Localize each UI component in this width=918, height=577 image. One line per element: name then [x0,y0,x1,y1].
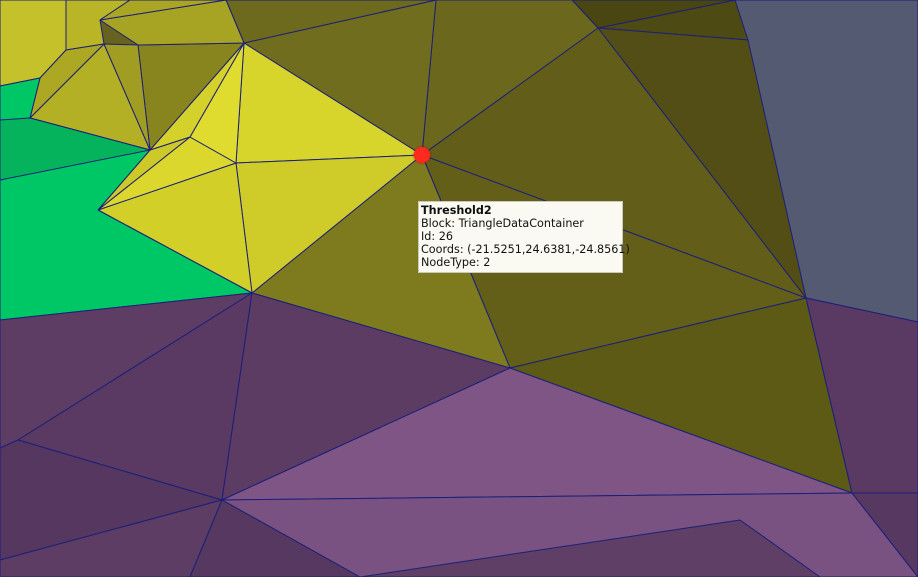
render-view[interactable]: Threshold2 Block: TriangleDataContainer … [0,0,918,577]
tooltip-coords: Coords: (-21.5251,24.6381,-24.8561) [421,243,630,256]
point-info-tooltip: Threshold2 Block: TriangleDataContainer … [418,201,630,273]
tooltip-nodetype: NodeType: 2 [421,256,491,269]
triangle-mesh[interactable] [0,0,918,577]
tooltip-title: Threshold2 [421,204,492,217]
tooltip-block: Block: TriangleDataContainer [421,217,584,230]
picked-point-marker[interactable] [414,147,430,163]
tooltip-id: Id: 26 [421,230,453,243]
